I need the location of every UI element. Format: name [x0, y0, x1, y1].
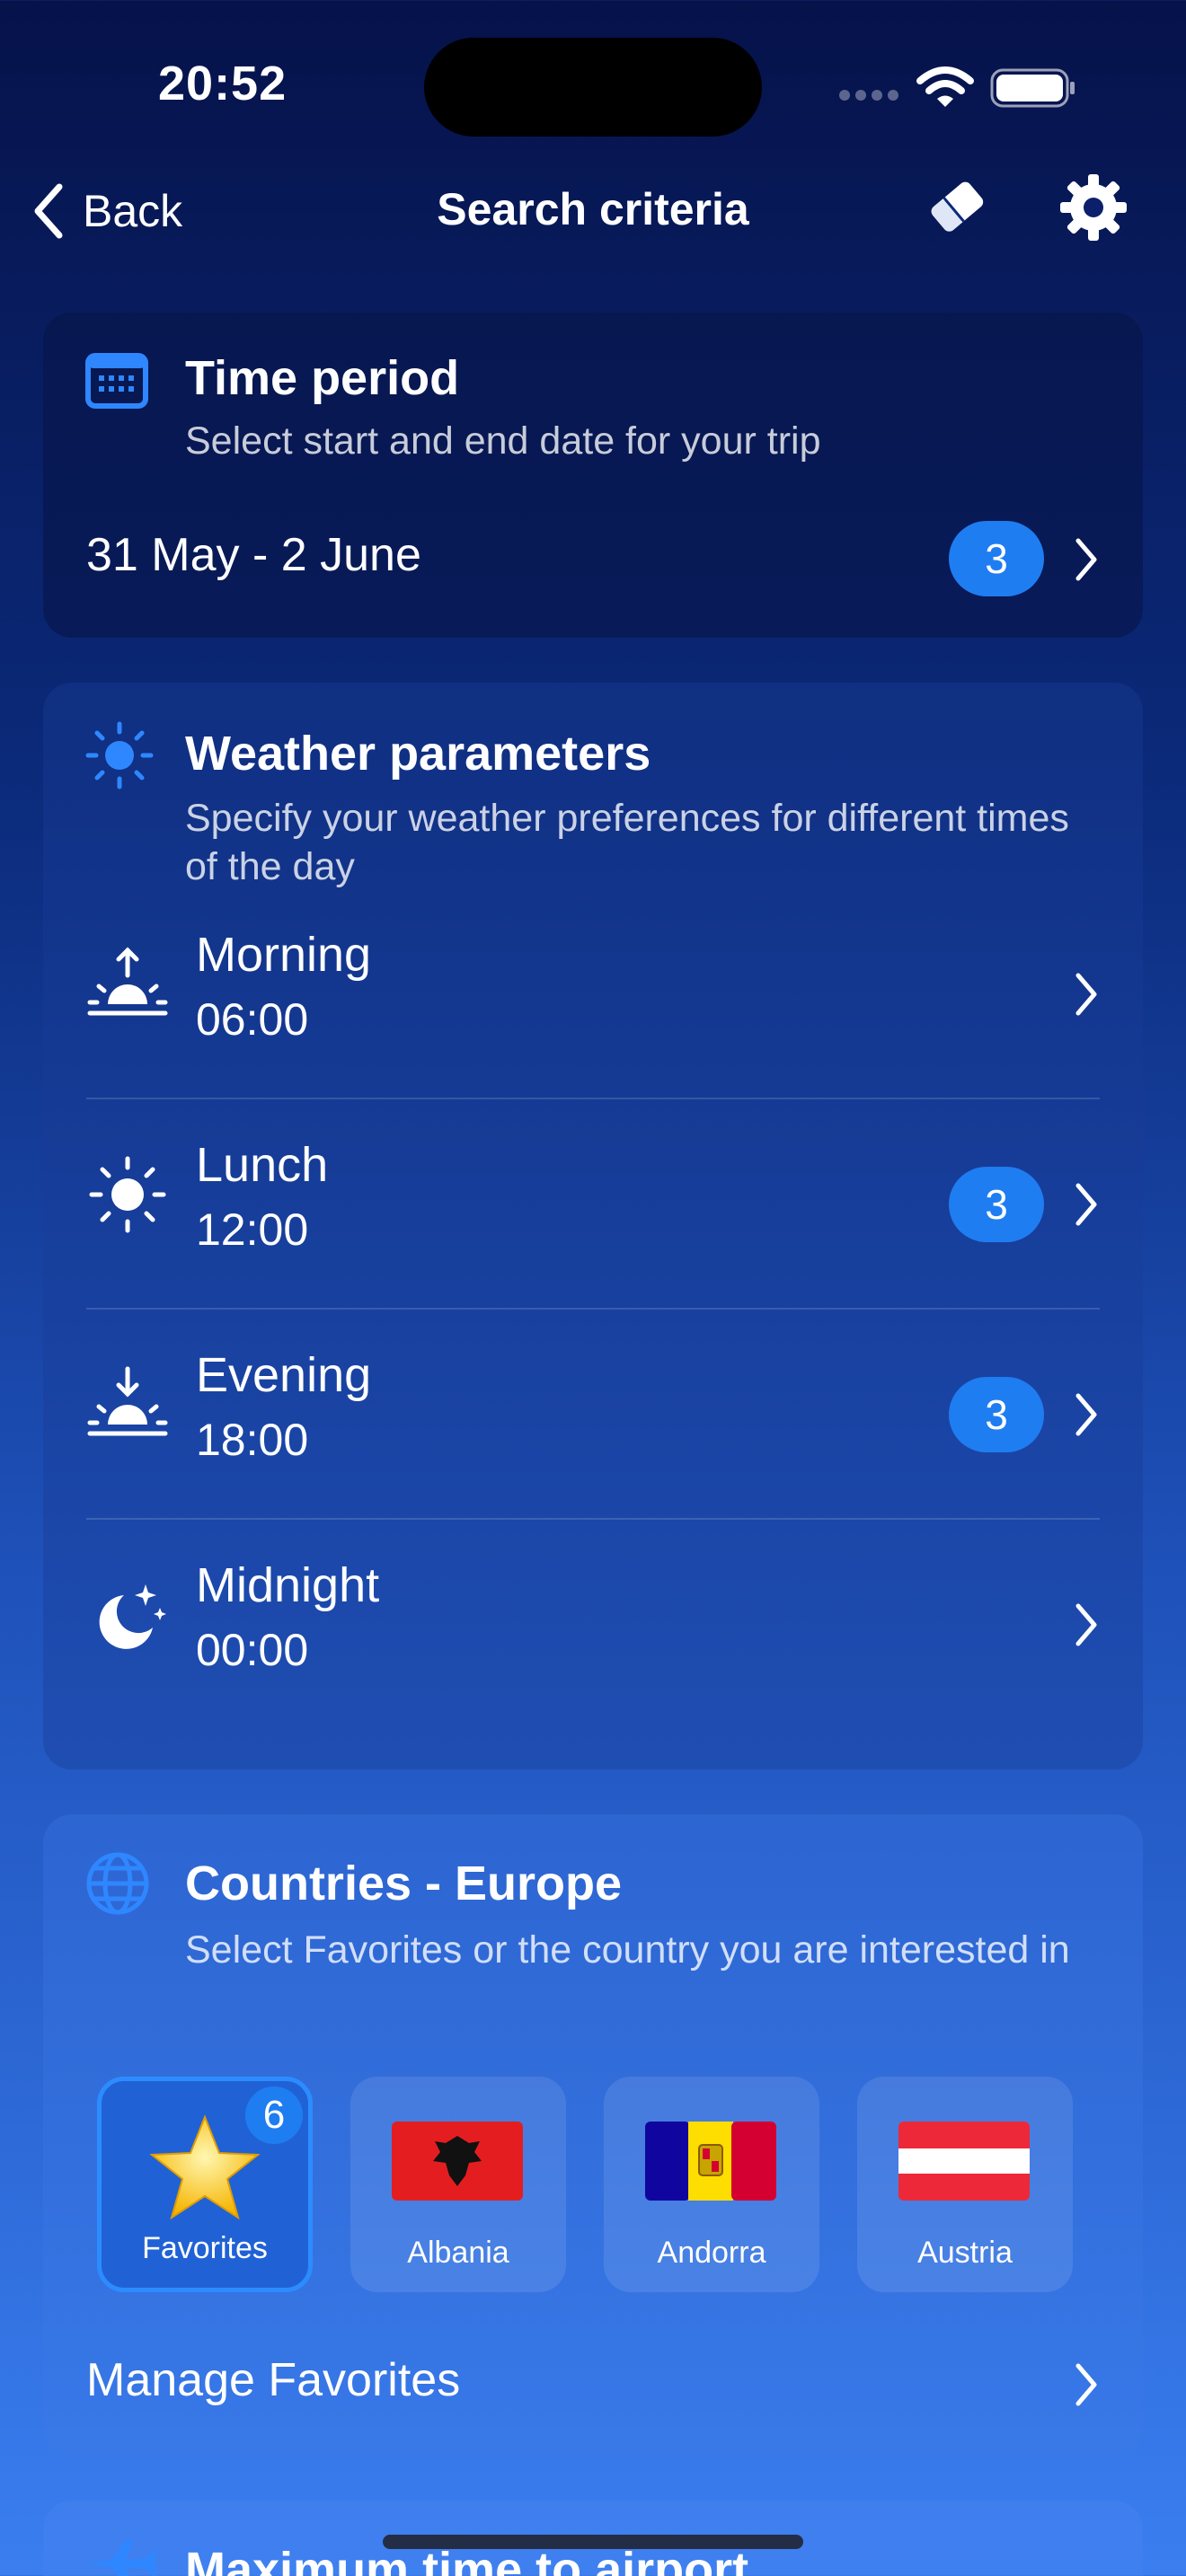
status-time: 20:52 — [158, 57, 288, 110]
weather-row-badge: 3 — [949, 1377, 1044, 1452]
country-tiles: 6 Favorites Albania Andorra Austria — [97, 2077, 1103, 2292]
weather-row-label: Midnight — [196, 1558, 380, 1612]
country-tile-andorra[interactable]: Andorra — [604, 2077, 819, 2292]
home-indicator — [383, 2535, 803, 2549]
eraser-icon[interactable] — [920, 171, 992, 243]
austria-flag-icon — [898, 2122, 1030, 2201]
chevron-right-icon — [1075, 2363, 1097, 2406]
weather-row-time: 00:00 — [196, 1625, 309, 1675]
calendar-icon — [85, 353, 148, 409]
airplane-icon — [88, 2540, 156, 2576]
weather-row-midnight[interactable]: Midnight 00:00 — [43, 1520, 1143, 1730]
globe-icon — [86, 1852, 149, 1915]
country-name: Austria — [917, 2236, 1013, 2270]
sun-icon — [85, 721, 154, 790]
country-tile-favorites[interactable]: 6 Favorites — [97, 2077, 313, 2292]
battery-icon — [990, 68, 1075, 108]
sunrise-icon — [87, 947, 168, 1016]
cellular-signal-icon — [839, 90, 900, 101]
albania-flag-icon — [392, 2122, 523, 2201]
time-period-subtitle: Select start and end date for your trip — [185, 419, 821, 463]
dynamic-island — [424, 38, 762, 137]
countries-subtitle: Select Favorites or the country you are … — [185, 1928, 1070, 1972]
weather-subtitle: Specify your weather preferences for dif… — [185, 797, 1069, 888]
country-name: Albania — [407, 2236, 509, 2270]
weather-row-morning[interactable]: Morning 06:00 — [43, 889, 1143, 1099]
chevron-right-icon — [1075, 973, 1097, 1016]
moon-stars-icon — [99, 1584, 166, 1649]
weather-row-time: 12:00 — [196, 1204, 309, 1255]
star-icon — [149, 2114, 261, 2220]
sun-icon — [89, 1156, 166, 1233]
countries-card: Countries - Europe Select Favorites or t… — [43, 1814, 1143, 2457]
chevron-left-icon — [34, 183, 63, 239]
weather-row-time: 06:00 — [196, 994, 309, 1045]
navigation-bar: Back Search criteria — [0, 171, 1186, 251]
weather-row-badge: 3 — [949, 1167, 1044, 1242]
time-period-card[interactable]: Time period Select start and end date fo… — [43, 313, 1143, 638]
back-button[interactable]: Back — [31, 181, 182, 241]
weather-title: Weather parameters — [185, 727, 651, 781]
weather-row-label: Lunch — [196, 1138, 329, 1192]
manage-favorites-button[interactable]: Manage Favorites — [86, 2353, 460, 2407]
date-range: 31 May - 2 June — [86, 529, 421, 581]
gear-icon[interactable] — [1057, 171, 1130, 244]
andorra-flag-icon — [645, 2122, 776, 2201]
country-name: Andorra — [657, 2236, 766, 2270]
country-tile-albania[interactable]: Albania — [350, 2077, 566, 2292]
chevron-right-icon — [1075, 1183, 1097, 1226]
country-name: Favorites — [142, 2231, 268, 2265]
weather-row-label: Evening — [196, 1348, 372, 1402]
weather-row-label: Morning — [196, 928, 372, 982]
countries-title: Countries - Europe — [185, 1857, 623, 1910]
chevron-right-icon — [1075, 1603, 1097, 1646]
wifi-icon — [916, 66, 974, 107]
weather-row-time: 18:00 — [196, 1415, 309, 1465]
favorites-count-badge: 6 — [245, 2086, 303, 2144]
sunset-icon — [87, 1366, 168, 1436]
weather-row-lunch[interactable]: Lunch 12:00 3 — [43, 1099, 1143, 1310]
chevron-right-icon — [1075, 538, 1097, 581]
weather-row-evening[interactable]: Evening 18:00 3 — [43, 1310, 1143, 1520]
time-period-title: Time period — [185, 351, 460, 405]
back-label: Back — [83, 186, 183, 236]
status-bar: 20:52 — [0, 0, 1186, 171]
country-tile-austria[interactable]: Austria — [857, 2077, 1073, 2292]
weather-parameters-card: Weather parameters Specify your weather … — [43, 683, 1143, 1769]
chevron-right-icon — [1075, 1393, 1097, 1436]
time-period-badge: 3 — [949, 521, 1044, 596]
